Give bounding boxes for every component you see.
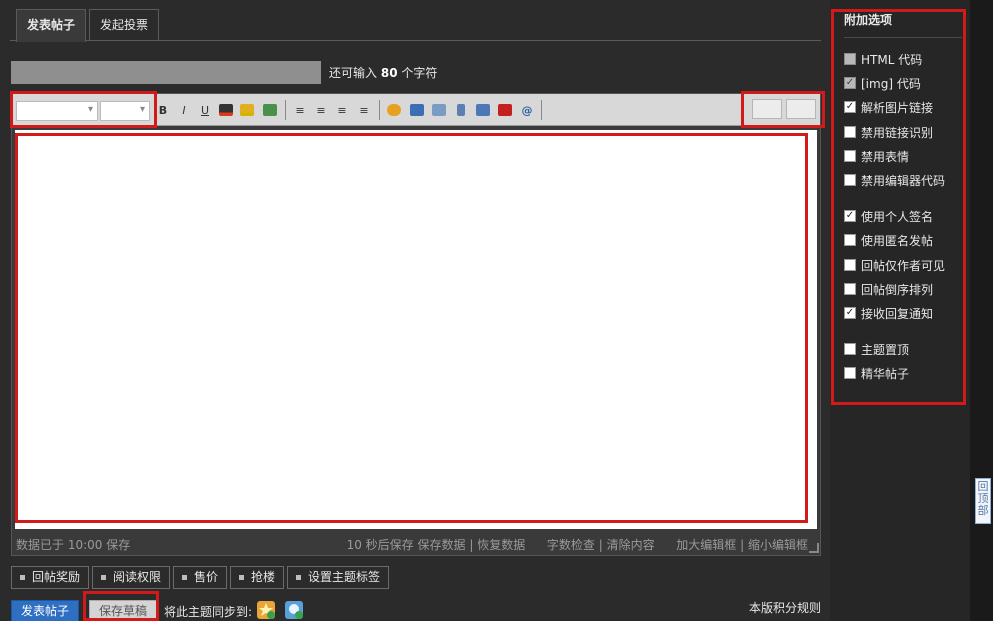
tab-new-post[interactable]: 发表帖子 [16,9,87,42]
forum-credit-rules-link[interactable]: 本版积分规则 [749,599,821,616]
option-use-signature[interactable]: ✓ 使用个人签名 [844,208,933,224]
submit-bar: 发表帖子 保存草稿 将此主题同步到: 本版积分规则 [0,598,830,621]
options-title: 附加选项 [844,13,893,27]
option-replies-author-only[interactable]: 回帖仅作者可见 [844,257,945,273]
editor-status-bar: 数据已于 10:00 保存 10 秒后保存 保存数据 | 恢复数据 字数检查 |… [12,534,820,554]
option-checkbox[interactable] [844,126,856,138]
quote-icon[interactable] [475,102,491,118]
word-check-link[interactable]: 字数检查 [547,538,595,552]
saved-time: 数据已于 10:00 保存 [16,538,131,552]
image-icon[interactable] [409,102,425,118]
link-icon[interactable] [262,102,278,118]
option-checkbox[interactable] [844,174,856,186]
align-center-icon[interactable]: ≡ [313,102,329,118]
option-checkbox[interactable] [844,343,856,355]
clear-content-link[interactable]: 清除内容 [607,538,655,552]
option-checkbox[interactable]: ✓ [844,210,856,222]
restore-data-link[interactable]: 恢复数据 [477,538,525,552]
tab-new-poll[interactable]: 发起投票 [89,9,160,41]
option-checkbox[interactable] [844,150,856,162]
font-family-select[interactable] [16,101,98,121]
option-reply-notification[interactable]: ✓ 接收回复通知 [844,305,933,321]
bold-icon[interactable]: B [155,102,171,118]
option-anonymous-post[interactable]: 使用匿名发帖 [844,232,933,248]
attachment-icon[interactable] [431,102,447,118]
additional-options-panel: 附加选项 HTML 代码 ✓ [img] 代码 ✓ 解析图片链接 禁用链接识别 禁用… [830,0,970,621]
option-html-code[interactable]: HTML 代码 [844,51,922,67]
sync-label: 将此主题同步到: [164,605,253,619]
counter-prefix: 还可输入 [329,66,378,80]
option-disable-link-detection[interactable]: 禁用链接识别 [844,124,933,140]
underline-icon[interactable]: U [197,102,213,118]
enlarge-editor-link[interactable]: 加大编辑框 [676,538,736,552]
post-editor-panel: 发表帖子 发起投票 还可输入 80 个字符 B I U ≡ ≡ ≡ ≡ [0,0,830,621]
shrink-editor-link[interactable]: 缩小编辑框 [748,538,808,552]
submit-post-button[interactable]: 发表帖子 [11,600,79,621]
option-checkbox[interactable]: ✓ [844,307,856,319]
post-type-tabs: 发表帖子 发起投票 [10,9,821,42]
floor-grab-button[interactable]: 抢楼 [230,566,285,589]
status-actions: 10 秒后保存 保存数据 | 恢复数据 字数检查 | 清除内容 加大编辑框 | … [346,538,808,552]
option-img-code[interactable]: ✓ [img] 代码 [844,75,921,91]
rich-text-editor: B I U ≡ ≡ ≡ ≡ @ 数据已于 10:00 保存 [11,93,821,556]
font-size-select[interactable] [100,101,150,121]
resize-grip-icon[interactable] [809,543,819,553]
code-icon[interactable] [453,102,469,118]
option-sticky-topic[interactable]: 主题置顶 [844,341,909,357]
save-draft-button[interactable]: 保存草稿 [89,600,157,621]
simple-mode-button[interactable] [752,99,782,119]
font-color-icon[interactable] [218,102,234,118]
flash-icon[interactable] [497,102,513,118]
option-checkbox[interactable] [844,234,856,246]
option-reverse-reply-order[interactable]: 回帖倒序排列 [844,281,933,297]
at-icon[interactable]: @ [519,102,535,118]
back-to-top-button[interactable]: 回顶部 [975,478,991,524]
background-color-icon[interactable] [239,102,255,118]
price-button[interactable]: 售价 [173,566,228,589]
option-checkbox[interactable]: ✓ [844,77,856,89]
editor-toolbar: B I U ≡ ≡ ≡ ≡ @ [12,94,820,126]
advanced-mode-button[interactable] [786,99,816,119]
option-checkbox[interactable] [844,53,856,65]
option-checkbox[interactable] [844,283,856,295]
option-digest-post[interactable]: 精华帖子 [844,365,909,381]
option-checkbox[interactable] [844,367,856,379]
option-disable-editor-code[interactable]: 禁用编辑器代码 [844,172,945,188]
option-disable-smilies[interactable]: 禁用表情 [844,148,909,164]
reply-reward-button[interactable]: 回帖奖励 [11,566,90,589]
option-checkbox[interactable] [844,259,856,271]
topic-tags-button[interactable]: 设置主题标签 [287,566,390,589]
autosave-countdown: 10 秒后保存 [346,538,414,552]
qzone-sync-icon[interactable] [284,600,304,620]
option-parse-image-links[interactable]: ✓ 解析图片链接 [844,99,933,115]
weibo-sync-icon[interactable] [256,600,276,620]
title-char-counter: 还可输入 80 个字符 [329,64,437,81]
align-right-icon[interactable]: ≡ [334,102,350,118]
message-textarea[interactable] [15,130,817,529]
counter-suffix: 个字符 [401,66,438,80]
title-input[interactable] [11,61,321,84]
save-data-link[interactable]: 保存数据 [417,538,465,552]
float-icon[interactable]: ≡ [356,102,372,118]
italic-icon[interactable]: I [176,102,192,118]
align-left-icon[interactable]: ≡ [292,102,308,118]
page-right-strip [970,0,993,621]
option-checkbox[interactable]: ✓ [844,101,856,113]
options-divider [844,37,962,38]
read-permission-button[interactable]: 阅读权限 [92,566,171,589]
smiley-icon[interactable] [386,102,402,118]
counter-number: 80 [380,66,398,80]
